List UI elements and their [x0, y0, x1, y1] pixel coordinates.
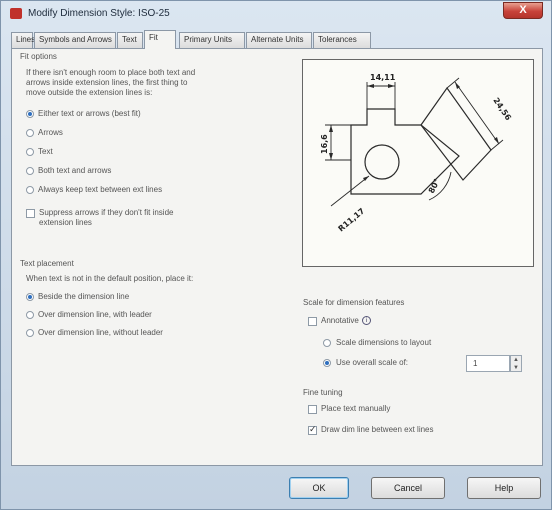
preview-dim-angle: 80° — [427, 177, 442, 195]
tab-symbols-and-arrows[interactable]: Symbols and Arrows — [34, 32, 116, 48]
fit-options-description-line2: arrows inside extension lines, the first… — [26, 78, 188, 87]
suppress-arrows-label-line1: Suppress arrows if they don't fit inside — [39, 208, 174, 217]
overall-scale-value: 1 — [473, 359, 478, 368]
radio-text[interactable] — [26, 148, 34, 156]
app-icon — [10, 8, 22, 19]
preview-dim-right: 24,56 — [491, 96, 513, 122]
fit-options-description-line3: move outside the extension lines is: — [26, 88, 153, 97]
draw-dim-line-label: Draw dim line between ext lines — [321, 425, 434, 434]
radio-overall-scale-label: Use overall scale of: — [336, 358, 409, 367]
place-text-manually-checkbox[interactable] — [308, 405, 317, 414]
preview-arrowheads — [329, 82, 499, 181]
help-button[interactable]: Help — [467, 477, 541, 499]
close-button[interactable]: X — [503, 2, 543, 19]
radio-over-without-leader-label: Over dimension line, without leader — [38, 328, 163, 337]
overall-scale-input[interactable]: 1 — [466, 355, 510, 372]
spin-up-icon[interactable]: ▲ — [513, 357, 519, 363]
fine-tuning-heading: Fine tuning — [303, 388, 343, 397]
preview-dim-top: 14,11 — [370, 73, 396, 82]
radio-both-text-and-arrows-label: Both text and arrows — [38, 166, 112, 175]
text-placement-heading: Text placement — [20, 259, 74, 268]
tab-text[interactable]: Text — [117, 32, 143, 48]
annotative-checkbox[interactable] — [308, 317, 317, 326]
radio-keep-text-between[interactable] — [26, 186, 34, 194]
overall-scale-spinner[interactable]: ▲ ▼ — [510, 355, 522, 372]
radio-beside-dimension-line-label: Beside the dimension line — [38, 292, 130, 301]
tab-primary-units[interactable]: Primary Units — [179, 32, 245, 48]
radio-overall-scale[interactable] — [323, 359, 331, 367]
dialog-window: Modify Dimension Style: ISO-25 X Lines S… — [0, 0, 552, 510]
place-text-manually-label: Place text manually — [321, 404, 391, 413]
radio-scale-to-layout-label: Scale dimensions to layout — [336, 338, 432, 347]
window-title: Modify Dimension Style: ISO-25 — [28, 8, 170, 19]
radio-best-fit-label: Either text or arrows (best fit) — [38, 109, 141, 118]
draw-dim-line-checkbox[interactable] — [308, 424, 317, 435]
radio-over-without-leader[interactable] — [26, 329, 34, 337]
fit-options-description-line1: If there isn't enough room to place both… — [26, 68, 196, 77]
radio-text-label: Text — [38, 147, 53, 156]
scale-heading: Scale for dimension features — [303, 298, 405, 307]
preview-dim-radius: R11,17 — [337, 206, 367, 233]
dimension-preview: 14,11 16,6 24,56 80° R11,17 — [302, 59, 534, 267]
radio-scale-to-layout[interactable] — [323, 339, 331, 347]
fit-options-heading: Fit options — [20, 52, 57, 61]
fit-tab-panel: Fit options If there isn't enough room t… — [11, 48, 543, 466]
radio-beside-dimension-line[interactable] — [26, 293, 34, 301]
radio-arrows[interactable] — [26, 129, 34, 137]
preview-dimension-lines — [325, 77, 504, 207]
radio-over-with-leader[interactable] — [26, 311, 34, 319]
annotative-label-row: Annotative i — [321, 316, 371, 326]
radio-arrows-label: Arrows — [38, 128, 63, 137]
close-icon: X — [519, 4, 527, 16]
suppress-arrows-label-line2: extension lines — [39, 218, 92, 227]
radio-over-with-leader-label: Over dimension line, with leader — [38, 310, 152, 319]
annotative-label: Annotative — [321, 316, 359, 325]
info-icon: i — [361, 316, 371, 326]
suppress-arrows-checkbox[interactable] — [26, 209, 35, 218]
radio-both-text-and-arrows[interactable] — [26, 167, 34, 175]
radio-keep-text-between-label: Always keep text between ext lines — [38, 185, 163, 194]
tab-alternate-units[interactable]: Alternate Units — [246, 32, 312, 48]
cancel-button[interactable]: Cancel — [371, 477, 445, 499]
tab-lines[interactable]: Lines — [11, 32, 35, 48]
text-placement-description: When text is not in the default position… — [26, 274, 194, 283]
ok-button[interactable]: OK — [289, 477, 349, 499]
preview-drawing: 14,11 16,6 24,56 80° R11,17 — [320, 73, 513, 234]
preview-dim-left: 16,6 — [320, 134, 329, 154]
tab-fit[interactable]: Fit — [144, 30, 176, 49]
spin-down-icon[interactable]: ▼ — [513, 365, 519, 371]
title-bar[interactable]: Modify Dimension Style: ISO-25 X — [1, 1, 552, 27]
radio-best-fit[interactable] — [26, 110, 34, 118]
tab-tolerances[interactable]: Tolerances — [313, 32, 371, 48]
